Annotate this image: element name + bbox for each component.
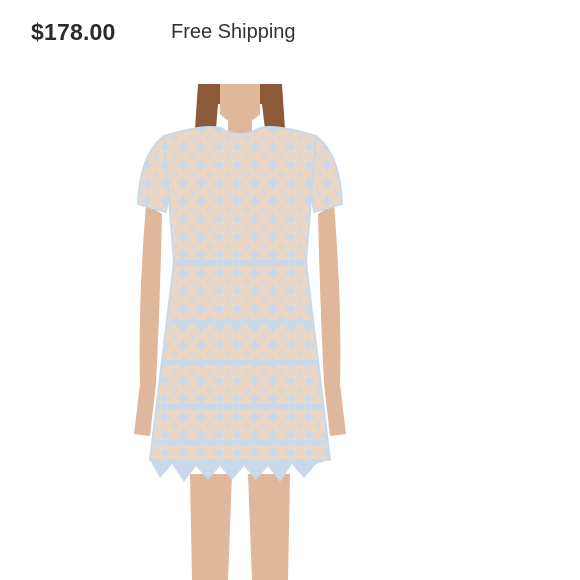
listing-header: $178.00 Free Shipping — [0, 0, 580, 70]
shipping-label: Free Shipping — [171, 21, 296, 43]
price-label: $178.00 — [31, 19, 116, 45]
dress-photo-icon — [134, 84, 346, 580]
listing-page: $178.00 Free Shipping — [0, 0, 580, 580]
product-photo[interactable] — [120, 84, 360, 580]
